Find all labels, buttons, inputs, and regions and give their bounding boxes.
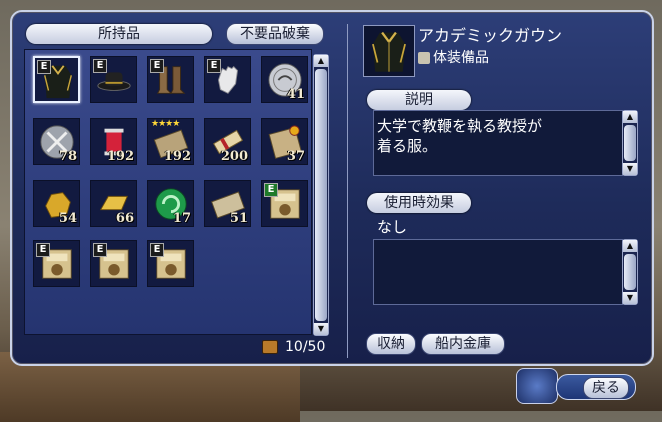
inventory-scrollbar[interactable]: ▲ ▼ [313,54,329,336]
item-quantity: 17 [172,211,191,226]
item-quantity: 192 [163,149,191,164]
description-scrollbar[interactable]: ▲ ▼ [622,110,638,176]
scroll-down-arrow-icon[interactable]: ▼ [623,292,637,304]
scroll-down-arrow-icon[interactable]: ▼ [314,323,328,335]
scroll-up-arrow-icon[interactable]: ▲ [623,240,637,252]
inventory-slot[interactable]: ★★★★ 192 [147,118,194,165]
inventory-slot[interactable]: E [147,240,194,287]
equipped-badge: E [37,60,51,74]
effect-label: 使用時効果 [367,193,471,213]
back-button-label[interactable]: 戻る [583,377,629,399]
inventory-slot[interactable]: 41 [261,56,308,103]
store-button[interactable]: 収納 [366,333,416,355]
compass-ornament-icon [516,368,558,404]
item-quantity: 192 [106,149,134,164]
inventory-slot[interactable]: E [147,56,194,103]
effect-box [373,239,623,305]
inventory-slot[interactable]: 78 [33,118,80,165]
inventory-slot[interactable]: 200 [204,118,251,165]
item-quantity: 54 [58,211,77,226]
equipped-badge: E [150,59,164,73]
inventory-slot[interactable]: E [261,180,308,227]
equipped-badge: E [36,243,50,257]
panel-divider [347,24,348,358]
description-line-2: 着る服。 [377,137,438,155]
inventory-slot[interactable]: 37 [261,118,308,165]
equipped-badge: E [93,59,107,73]
item-name: アカデミックガウン [418,26,563,45]
quality-stars: ★★★★ [151,119,180,129]
scroll-up-arrow-icon[interactable]: ▲ [623,111,637,123]
effect-scrollbar[interactable]: ▲ ▼ [622,239,638,305]
inventory-title: 所持品 [26,24,212,44]
inventory-slot[interactable]: E [90,240,137,287]
inventory-slot[interactable]: E [33,56,80,103]
item-quantity: 66 [115,211,134,226]
inventory-slot[interactable]: E [204,56,251,103]
item-quantity: 78 [58,149,77,164]
item-quantity: 37 [286,149,305,164]
scroll-thumb[interactable] [624,125,636,161]
item-category: 体装備品 [433,50,489,66]
scroll-up-arrow-icon[interactable]: ▲ [314,55,328,67]
inventory-slot[interactable]: 192 [90,118,137,165]
inventory-capacity: 10/50 [285,339,326,355]
item-quantity: 200 [220,149,248,164]
selected-item-preview [363,25,415,77]
treasure-chest-icon [262,340,278,354]
description-line-1: 大学で教鞭を執る教授が [377,117,543,135]
scroll-thumb[interactable] [315,69,327,321]
item-quantity: 41 [286,87,305,102]
inventory-slot[interactable]: 51 [204,180,251,227]
discard-unneeded-button[interactable]: 不要品破棄 [226,23,324,45]
equipped-badge: E [93,243,107,257]
inventory-slot[interactable]: E [33,240,80,287]
scroll-thumb[interactable] [624,254,636,290]
equipped-badge: E [150,243,164,257]
equipped-badge: E [264,183,278,197]
body-equipment-icon [418,52,430,64]
equipped-badge: E [207,59,221,73]
ship-vault-button[interactable]: 船内金庫 [421,333,505,355]
inventory-slot[interactable]: E [90,56,137,103]
back-button[interactable]: 戻る [556,374,636,400]
inventory-slot[interactable]: 54 [33,180,80,227]
inventory-slot[interactable]: 17 [147,180,194,227]
academic-gown-icon [372,31,406,72]
description-label: 説明 [367,90,471,110]
inventory-slot[interactable]: 66 [90,180,137,227]
effect-text: なし [377,218,408,236]
scroll-down-arrow-icon[interactable]: ▼ [623,163,637,175]
item-quantity: 51 [229,211,248,226]
